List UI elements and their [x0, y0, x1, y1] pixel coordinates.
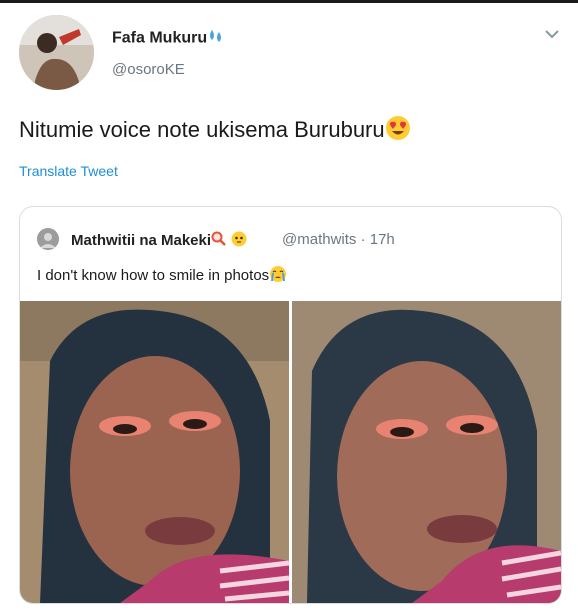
quoted-photo-1[interactable] — [20, 301, 289, 603]
top-edge-line — [0, 0, 578, 3]
author-avatar[interactable] — [19, 15, 94, 90]
avatar-photo — [19, 15, 94, 90]
sweat-droplets-icon — [207, 28, 225, 49]
author-handle[interactable]: @osoroKE — [112, 61, 185, 78]
flushed-face-icon — [231, 231, 247, 251]
heart-eyes-emoji-icon — [385, 115, 411, 147]
quoted-handle-time[interactable]: @mathwits · 17h — [282, 231, 395, 248]
quoted-photo-2[interactable] — [292, 301, 561, 603]
quoted-tweet-card[interactable]: Mathwitii na Makeki @mathwits · 17h I do… — [19, 206, 562, 604]
author-name[interactable]: Fafa Mukuru — [112, 28, 225, 49]
chevron-down-icon[interactable] — [543, 28, 561, 40]
author-name-text: Fafa Mukuru — [112, 29, 208, 47]
quoted-text-content: I don't know how to smile in photos — [37, 266, 270, 284]
quoted-author-name-text: Mathwitii na Makeki — [71, 231, 212, 249]
quoted-author-name[interactable]: Mathwitii na Makeki — [71, 231, 247, 251]
quoted-avatar[interactable] — [37, 228, 59, 250]
magnifier-icon — [211, 231, 227, 251]
tweet-text: Nitumie voice note ukisema Buruburu — [19, 115, 411, 147]
crying-face-icon — [269, 265, 287, 287]
quoted-text: I don't know how to smile in photos — [37, 265, 287, 287]
translate-tweet-link[interactable]: Translate Tweet — [19, 163, 118, 179]
tweet-text-content: Nitumie voice note ukisema Buruburu — [19, 116, 385, 142]
